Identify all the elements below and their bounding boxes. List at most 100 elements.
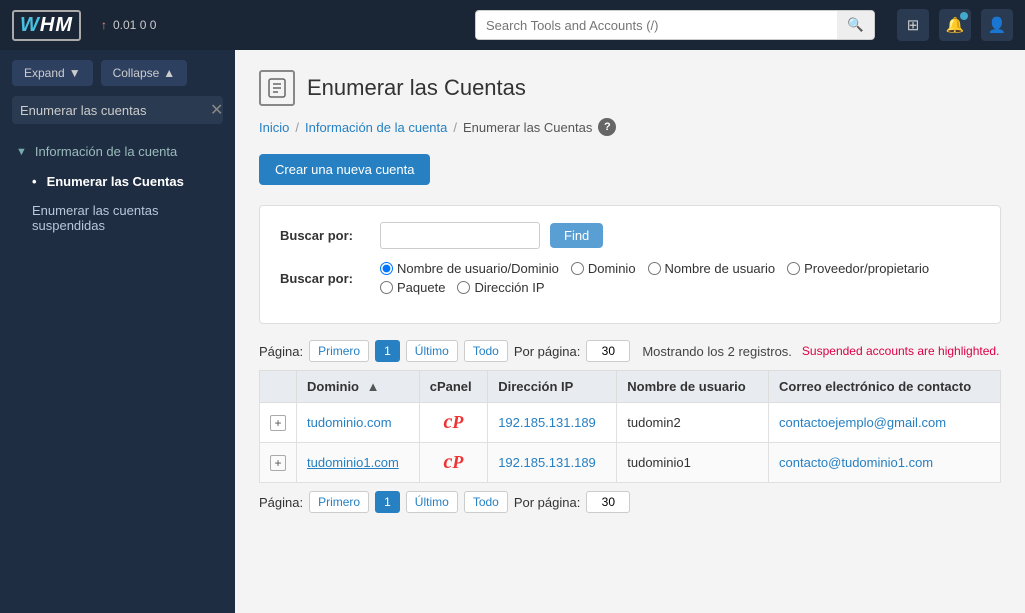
first-page-button-bottom[interactable]: Primero <box>309 491 369 513</box>
global-search-bar[interactable]: 🔍 <box>475 10 875 40</box>
breadcrumb-info-cuenta[interactable]: Información de la cuenta <box>305 120 447 135</box>
sidebar-item-enumerar-cuentas[interactable]: Enumerar las Cuentas <box>0 167 235 196</box>
expand-cell-1[interactable]: + <box>260 403 297 443</box>
expand-button[interactable]: Expand ▼ <box>12 60 93 86</box>
create-account-button[interactable]: Crear una nueva cuenta <box>259 154 430 185</box>
find-button[interactable]: Find <box>550 223 603 248</box>
th-expand <box>260 371 297 403</box>
last-page-button-bottom[interactable]: Último <box>406 491 458 513</box>
domain-cell-1: tudominio.com <box>297 403 420 443</box>
sidebar-search-input[interactable] <box>12 97 204 124</box>
ip-link-1[interactable]: 192.185.131.189 <box>498 415 596 430</box>
table-row: + tudominio1.com cP 192.185.131.189 tudo… <box>260 443 1001 483</box>
page-title-icon <box>259 70 295 106</box>
radio-options: Nombre de usuario/Dominio Dominio Nombre… <box>380 261 980 295</box>
notifications-icon[interactable]: 🔔 <box>939 9 971 41</box>
sort-arrow-icon: ▲ <box>367 379 380 394</box>
page-label-bottom: Página: <box>259 495 303 510</box>
email-link-1[interactable]: contactoejemplo@gmail.com <box>779 415 946 430</box>
search-row-radio: Buscar por: Nombre de usuario/Dominio Do… <box>280 261 980 295</box>
email-link-2[interactable]: contacto@tudominio1.com <box>779 455 933 470</box>
per-page-label-top: Por página: <box>514 344 581 359</box>
search-panel: Buscar por: Find Buscar por: Nombre de u… <box>259 205 1001 324</box>
th-cpanel: cPanel <box>419 371 487 403</box>
email-cell-2: contacto@tudominio1.com <box>769 443 1001 483</box>
username-cell-1: tudomin2 <box>617 403 769 443</box>
terminal-icon[interactable]: ⊞ <box>897 9 929 41</box>
records-text: Mostrando los 2 registros. <box>642 344 792 359</box>
breadcrumb: Inicio / Información de la cuenta / Enum… <box>259 118 1001 136</box>
chevron-down-icon: ▼ <box>16 146 27 158</box>
sidebar: Expand ▼ Collapse ▲ ✕ ▼ Información de l… <box>0 50 235 613</box>
radio-dominio[interactable]: Dominio <box>571 261 636 276</box>
main-content: Enumerar las Cuentas Inicio / Informació… <box>235 50 1025 613</box>
main-layout: Expand ▼ Collapse ▲ ✕ ▼ Información de l… <box>0 50 1025 613</box>
domain-link-2[interactable]: tudominio1.com <box>307 455 399 470</box>
arrow-up-icon: ↑ <box>101 18 107 32</box>
ip-cell-1: 192.185.131.189 <box>488 403 617 443</box>
topbar: WHM ↑ 0.01 0 0 🔍 ⊞ 🔔 👤 <box>0 0 1025 50</box>
page-title-row: Enumerar las Cuentas <box>259 70 1001 106</box>
cpanel-cell-2: cP <box>419 443 487 483</box>
sidebar-section-account: ▼ Información de la cuenta Enumerar las … <box>0 132 235 244</box>
buscar-por-radio-label: Buscar por: <box>280 271 370 286</box>
table-header-row: Dominio ▲ cPanel Dirección IP Nombre de … <box>260 371 1001 403</box>
radio-nombre-dominio[interactable]: Nombre de usuario/Dominio <box>380 261 559 276</box>
suspended-text: Suspended accounts are highlighted. <box>802 344 999 358</box>
topbar-icons: ⊞ 🔔 👤 <box>897 9 1013 41</box>
th-dominio[interactable]: Dominio ▲ <box>297 371 420 403</box>
th-ip: Dirección IP <box>488 371 617 403</box>
page-num-button-top[interactable]: 1 <box>375 340 400 362</box>
buscar-por-label: Buscar por: <box>280 228 370 243</box>
breadcrumb-inicio[interactable]: Inicio <box>259 120 289 135</box>
whm-logo: WHM <box>12 10 81 41</box>
first-page-button-top[interactable]: Primero <box>309 340 369 362</box>
sidebar-search-clear[interactable]: ✕ <box>204 96 229 124</box>
global-search-input[interactable] <box>476 12 837 39</box>
last-page-button-top[interactable]: Último <box>406 340 458 362</box>
sidebar-item-enumerar-cuentas-suspendidas[interactable]: Enumerar las cuentas suspendidas <box>0 196 235 240</box>
cpanel-cell-1: cP <box>419 403 487 443</box>
help-icon[interactable]: ? <box>598 118 616 136</box>
global-search-button[interactable]: 🔍 <box>837 11 874 39</box>
cpanel-icon-2[interactable]: cP <box>444 452 464 472</box>
sidebar-search-wrapper[interactable]: ✕ <box>12 96 223 124</box>
radio-ip[interactable]: Dirección IP <box>457 280 544 295</box>
sidebar-section-header[interactable]: ▼ Información de la cuenta <box>0 136 235 167</box>
server-load: 0.01 0 0 <box>113 18 156 32</box>
table-controls-bottom: Página: Primero 1 Último Todo Por página… <box>259 491 1001 513</box>
all-page-button-bottom[interactable]: Todo <box>464 491 508 513</box>
email-cell-1: contactoejemplo@gmail.com <box>769 403 1001 443</box>
notification-badge <box>960 12 968 20</box>
user-icon[interactable]: 👤 <box>981 9 1013 41</box>
page-label-top: Página: <box>259 344 303 359</box>
per-page-input-top[interactable] <box>586 340 630 362</box>
per-page-input-bottom[interactable] <box>586 491 630 513</box>
per-page-label-bottom: Por página: <box>514 495 581 510</box>
breadcrumb-current: Enumerar las Cuentas <box>463 120 592 135</box>
username-cell-2: tudominio1 <box>617 443 769 483</box>
th-email: Correo electrónico de contacto <box>769 371 1001 403</box>
all-page-button-top[interactable]: Todo <box>464 340 508 362</box>
table-row: + tudominio.com cP 192.185.131.189 tudom… <box>260 403 1001 443</box>
expand-icon-1[interactable]: + <box>270 415 286 431</box>
accounts-table: Dominio ▲ cPanel Dirección IP Nombre de … <box>259 370 1001 483</box>
domain-cell-2: tudominio1.com <box>297 443 420 483</box>
buscar-input[interactable] <box>380 222 540 249</box>
search-row-input: Buscar por: Find <box>280 222 980 249</box>
table-controls-top: Página: Primero 1 Último Todo Por página… <box>259 340 1001 362</box>
page-title: Enumerar las Cuentas <box>307 75 526 101</box>
domain-link-1[interactable]: tudominio.com <box>307 415 392 430</box>
th-username: Nombre de usuario <box>617 371 769 403</box>
ip-link-2[interactable]: 192.185.131.189 <box>498 455 596 470</box>
ip-cell-2: 192.185.131.189 <box>488 443 617 483</box>
radio-proveedor[interactable]: Proveedor/propietario <box>787 261 929 276</box>
radio-paquete[interactable]: Paquete <box>380 280 445 295</box>
radio-nombre-usuario[interactable]: Nombre de usuario <box>648 261 776 276</box>
page-num-button-bottom[interactable]: 1 <box>375 491 400 513</box>
collapse-button[interactable]: Collapse ▲ <box>101 60 188 86</box>
sidebar-toolbar: Expand ▼ Collapse ▲ <box>0 50 235 96</box>
expand-cell-2[interactable]: + <box>260 443 297 483</box>
expand-icon-2[interactable]: + <box>270 455 286 471</box>
cpanel-icon-1[interactable]: cP <box>444 412 464 432</box>
